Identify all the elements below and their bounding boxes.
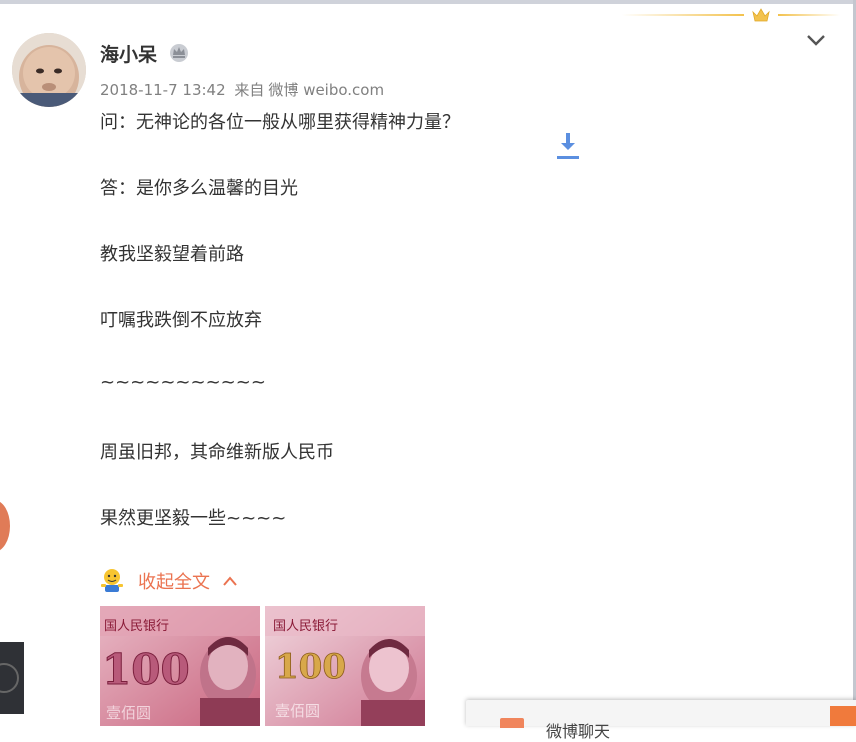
- chat-icon: [500, 718, 524, 728]
- refresh-icon: [0, 663, 19, 693]
- avatar[interactable]: [12, 33, 86, 107]
- chat-expand-button[interactable]: [830, 706, 856, 726]
- side-float-button[interactable]: [0, 500, 10, 552]
- banknote-header: 国人民银行: [273, 619, 338, 634]
- author-name[interactable]: 海小呆: [100, 40, 157, 67]
- post-source[interactable]: 微博 weibo.com: [268, 81, 384, 99]
- crown-decoration-line-right: [778, 14, 840, 16]
- post-text-line: 答：是你多么温馨的目光: [100, 178, 298, 199]
- post-text-line: ~~~~~~~~~~~: [100, 372, 266, 393]
- banknote-header: 国人民银行: [104, 619, 169, 634]
- banknote-denomination: 100: [275, 647, 346, 687]
- vip-crown-badge-icon[interactable]: [168, 41, 190, 63]
- post-text-line: 教我坚毅望着前路: [100, 244, 244, 265]
- chat-floating-bar[interactable]: 微博聊天: [466, 700, 856, 741]
- post-text-line: 周虽旧邦，其命维新版人民币: [100, 442, 334, 463]
- post-timestamp[interactable]: 2018-11-7 13:42: [100, 81, 226, 99]
- banknote-denomination: 100: [102, 645, 190, 694]
- download-icon[interactable]: [556, 131, 580, 161]
- chevron-up-icon[interactable]: [222, 575, 238, 587]
- collapse-label[interactable]: 收起全文: [138, 568, 210, 594]
- crown-decoration-line-left: [622, 14, 744, 16]
- crown-icon: [752, 8, 770, 22]
- side-back-to-top-button[interactable]: [0, 642, 24, 714]
- window-top-border: [0, 0, 856, 4]
- doge-emoji-icon: [101, 569, 123, 592]
- banknote-footer: 壹佰圆: [106, 704, 151, 722]
- post-text-line: 问：无神论的各位一般从哪里获得精神力量？: [100, 112, 460, 133]
- collapse-full-text-button[interactable]: 收起全文: [100, 566, 238, 596]
- banknote-footer: 壹佰圆: [275, 702, 320, 720]
- post-image-thumbnail[interactable]: 国人民银行 100 壹佰圆: [265, 606, 425, 726]
- post-meta: 2018-11-7 13:42 来自 微博 weibo.com: [100, 79, 388, 100]
- source-prefix: 来自: [234, 81, 265, 99]
- post-text-line: 叮嘱我跌倒不应放弃: [100, 310, 262, 331]
- chat-floating-label[interactable]: 微博聊天: [546, 718, 610, 742]
- post-image-thumbnail[interactable]: 国人民银行 100 壹佰圆: [100, 606, 260, 726]
- post-text-line: 果然更坚毅一些~~~~: [100, 508, 287, 529]
- chevron-down-icon[interactable]: [804, 30, 828, 50]
